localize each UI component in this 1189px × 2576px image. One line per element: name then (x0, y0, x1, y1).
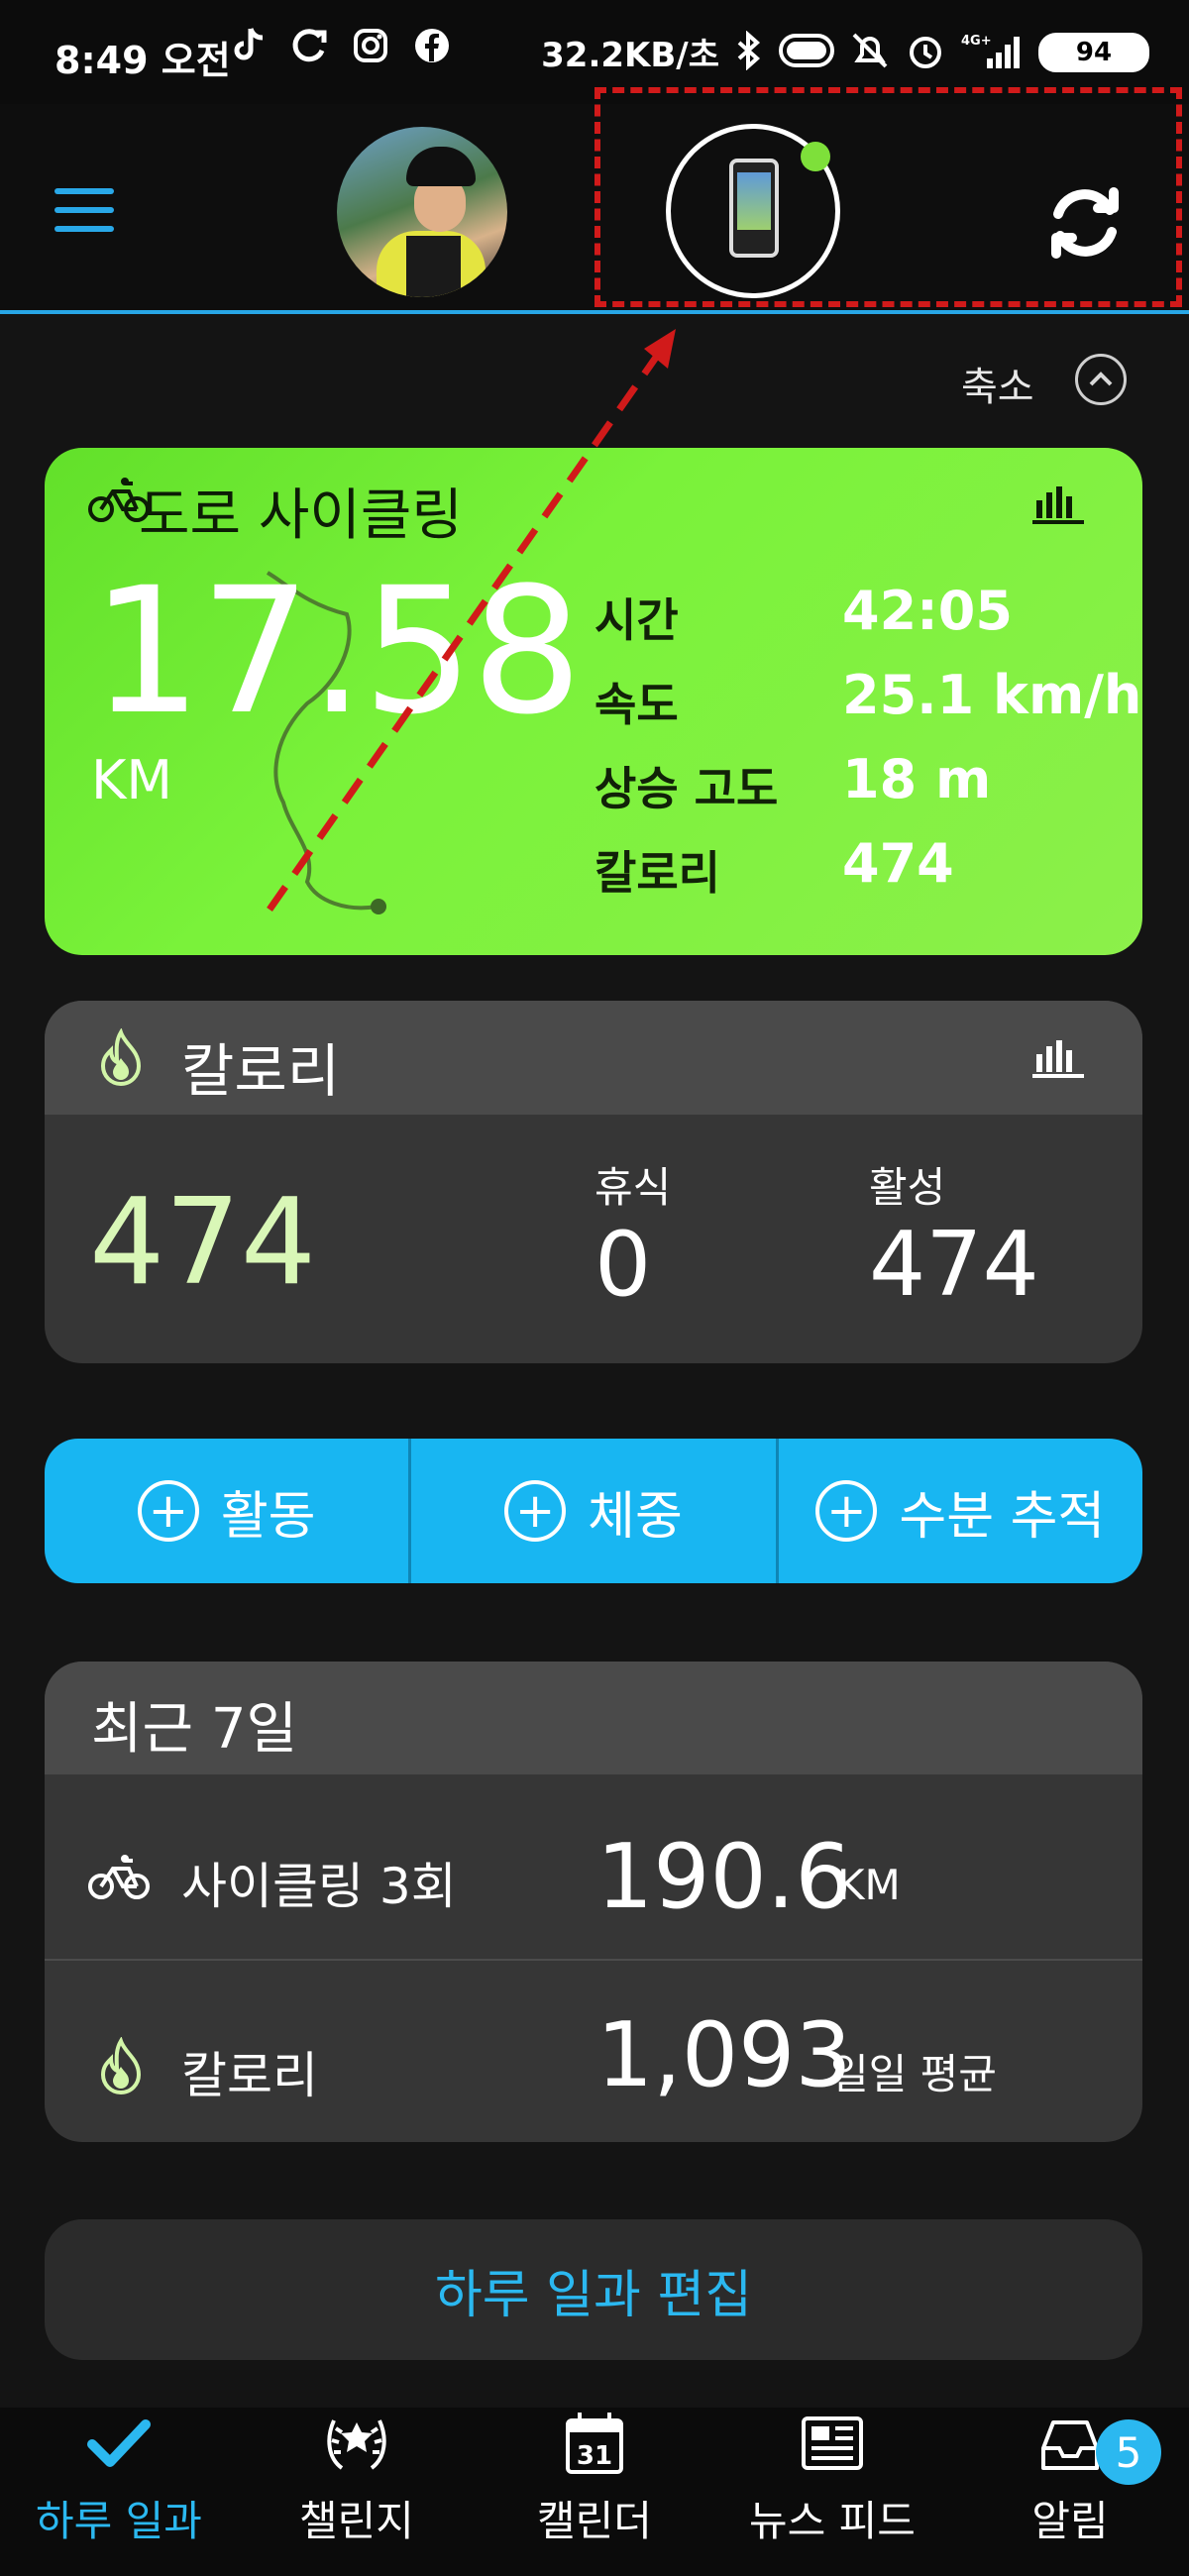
nav-challenges[interactable]: 챌린지 (238, 2408, 476, 2576)
hamburger-menu-icon[interactable] (54, 188, 114, 232)
chevron-up-icon[interactable] (1075, 354, 1127, 405)
add-hydration-button[interactable]: + 수분 추적 (779, 1439, 1142, 1583)
checkmark-icon (87, 2419, 151, 2467)
recent-calories-unit: 일일 평균 (830, 2050, 997, 2098)
toggle-icon (779, 33, 834, 71)
stat-value-calories: 474 (842, 832, 954, 895)
nav-notifications-label: 알림 (1031, 2497, 1109, 2545)
stat-value-speed: 25.1 km/h (842, 664, 1142, 726)
calendar-day: 31 (577, 2441, 612, 2471)
nav-calendar[interactable]: 31 캘린더 (476, 2408, 713, 2576)
header-divider (0, 310, 1189, 314)
bar-chart-icon[interactable] (1032, 1036, 1084, 1082)
nav-news-feed[interactable]: 뉴스 피드 (713, 2408, 951, 2576)
flame-icon (99, 2036, 143, 2094)
add-hydration-label: 수분 추적 (899, 1486, 1106, 1547)
nav-news-feed-label: 뉴스 피드 (749, 2497, 916, 2545)
status-time: 8:49 오전 (54, 39, 231, 82)
recent-cycling-unit: KM (837, 1861, 901, 1909)
tiktok-icon (228, 26, 268, 65)
bar-chart-icon[interactable] (1032, 483, 1084, 524)
add-weight-label: 체중 (588, 1486, 683, 1547)
edit-my-day-button[interactable]: 하루 일과 편집 (45, 2219, 1142, 2360)
recent-calories-value: 1,093 (596, 2003, 852, 2107)
status-app-icons (228, 26, 452, 65)
quick-actions-bar: + 활동 + 체중 + 수분 추적 (45, 1439, 1142, 1583)
recent-cycling-value: 190.6 (596, 1825, 852, 1929)
stat-label-calories: 칼로리 (594, 846, 720, 900)
alarm-icon (906, 31, 945, 74)
recent-cycling-label: 사이클링 3회 (181, 1858, 457, 1915)
add-weight-button[interactable]: + 체중 (411, 1439, 779, 1583)
recent-calories-label: 칼로리 (181, 2047, 318, 2104)
network-speed: 32.2KB/초 (541, 36, 719, 75)
bicycle-icon (87, 1853, 151, 1904)
inbox-icon (1041, 2420, 1099, 2470)
stat-value-time: 42:05 (842, 580, 1013, 642)
add-activity-button[interactable]: + 활동 (45, 1439, 412, 1583)
plus-circle-icon: + (137, 1480, 199, 1542)
stat-label-elevation: 상승 고도 (594, 762, 779, 815)
battery-indicator: 94 (1038, 32, 1149, 72)
stat-label-time: 시간 (594, 593, 679, 647)
stat-value-elevation: 18 m (842, 748, 992, 810)
nav-notifications[interactable]: 알림 5 (951, 2408, 1189, 2576)
calories-rest-value: 0 (594, 1213, 652, 1317)
calories-active-label: 활성 (869, 1163, 946, 1212)
recent-title: 최근 7일 (91, 1697, 297, 1762)
plus-circle-icon: + (504, 1480, 567, 1542)
avatar[interactable] (337, 127, 507, 297)
calories-rest-label: 휴식 (594, 1163, 672, 1212)
nav-calendar-label: 캘린더 (537, 2497, 652, 2545)
instagram-icon (351, 26, 390, 65)
flame-icon (99, 1027, 143, 1086)
refresh-app-icon (289, 26, 329, 65)
plus-circle-icon: + (815, 1480, 878, 1542)
activity-distance: 17.58 (91, 550, 583, 753)
laurel-trophy-icon (327, 2419, 386, 2470)
calendar-icon: 31 (566, 2413, 623, 2474)
svg-text:4G+: 4G+ (961, 34, 992, 49)
status-system-icons: 32.2KB/초 4G+ 94 (541, 28, 1149, 76)
calories-active-value: 474 (869, 1213, 1039, 1317)
notification-badge: 5 (1096, 2419, 1161, 2485)
nav-my-day-label: 하루 일과 (36, 2497, 202, 2545)
signal-icon: 4G+ (961, 31, 1023, 74)
nav-my-day[interactable]: 하루 일과 (0, 2408, 238, 2576)
calories-title: 칼로리 (181, 1037, 341, 1105)
calories-total: 474 (89, 1174, 317, 1312)
device-highlight-box (594, 87, 1182, 307)
mute-bell-icon (850, 31, 890, 74)
newspaper-icon (802, 2416, 863, 2470)
collapse-label[interactable]: 축소 (961, 355, 1034, 412)
bottom-navigation: 하루 일과 챌린지 31 캘린더 뉴스 피드 알림 5 (0, 2408, 1189, 2576)
activity-distance-unit: KM (91, 749, 173, 811)
add-activity-label: 활동 (220, 1486, 316, 1547)
activity-title: 도로 사이클링 (139, 483, 463, 548)
recent-divider (45, 1959, 1142, 1961)
nav-challenges-label: 챌린지 (299, 2497, 414, 2545)
facebook-icon (412, 26, 452, 65)
bluetooth-icon (735, 30, 763, 74)
stat-label-speed: 속도 (594, 678, 679, 731)
